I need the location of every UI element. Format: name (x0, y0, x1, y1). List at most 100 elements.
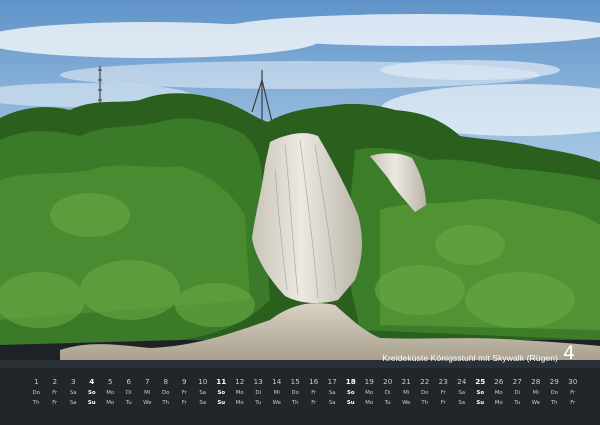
weekday-label: Mo (106, 390, 115, 396)
chalk-cliff-photo (0, 0, 600, 368)
weekday-label: Tu (255, 399, 262, 406)
weekday-label: We (402, 399, 411, 406)
weekday-label: Fr (311, 390, 317, 396)
calendar-day: 18 So Su (342, 376, 361, 420)
weekday-label: Sa (328, 399, 336, 406)
day-number: 3 (70, 377, 76, 386)
calendar-day: 15 Do Th (286, 376, 305, 420)
calendar-day: 20 Di Tu (379, 376, 398, 420)
weekday-label: Th (421, 399, 429, 406)
day-number: 17 (327, 377, 337, 386)
weekday-label: Mo (365, 390, 374, 396)
weekday-label: Mi (273, 390, 280, 396)
weekday-label: Fr (570, 399, 576, 406)
weekday-label: Mi (144, 390, 151, 396)
weekday-label: Mi (403, 390, 410, 396)
calendar-day: 5 Mo Mo (101, 376, 120, 420)
weekday-label: Th (162, 399, 170, 406)
weekday-label: Di (514, 390, 521, 396)
day-number: 16 (309, 377, 319, 386)
calendar-day: 2 Fr Fr (46, 376, 65, 420)
calendar-day: 3 Sa Sa (64, 376, 83, 420)
weekday-label: Di (125, 390, 132, 396)
day-number: 26 (494, 377, 504, 386)
weekday-label: Tu (384, 399, 391, 406)
weekday-label: Sa (458, 390, 466, 396)
calendar-day: 27 Di Tu (508, 376, 527, 420)
weekday-label: Do (421, 390, 429, 396)
weekday-label: So (346, 390, 355, 396)
calendar-day: 6 Di Tu (120, 376, 139, 420)
weekday-label: So (87, 390, 96, 396)
weekday-label: Fr (181, 399, 187, 406)
day-number: 23 (438, 377, 448, 386)
day-number: 8 (163, 377, 169, 386)
weekday-label: Mo (235, 399, 244, 406)
calendar-day: 10 Sa Sa (194, 376, 213, 420)
weekday-label: Mo (365, 399, 374, 406)
calendar-day: 23 Fr Fr (434, 376, 453, 420)
day-number: 9 (181, 377, 187, 386)
weekday-label: Su (476, 399, 485, 406)
weekday-label: Th (32, 399, 40, 406)
day-number: 7 (144, 377, 150, 386)
calendar-day: 11 So Su (212, 376, 231, 420)
day-number: 11 (216, 377, 227, 386)
calendar-day: 4 So Su (83, 376, 102, 420)
weekday-label: We (531, 399, 540, 406)
day-number: 27 (512, 377, 522, 386)
calendar-day: 16 Fr Fr (305, 376, 324, 420)
weekday-label: We (272, 399, 281, 406)
weekday-label: Sa (199, 390, 207, 396)
weekday-label: Fr (440, 399, 446, 406)
weekday-label: Mi (532, 390, 539, 396)
weekday-label: Sa (69, 399, 77, 406)
calendar-day: 28 Mi We (527, 376, 546, 420)
weekday-label: Th (550, 399, 558, 406)
calendar-day: 19 Mo Mo (360, 376, 379, 420)
weekday-label: Sa (69, 390, 77, 396)
day-number: 5 (107, 377, 113, 386)
calendar-day: 7 Mi We (138, 376, 157, 420)
calendar-day: 12 Mo Mo (231, 376, 250, 420)
weekday-label: Do (550, 390, 558, 396)
weekday-label: Di (384, 390, 391, 396)
weekday-label: Sa (199, 399, 207, 406)
day-number: 20 (383, 377, 393, 386)
calendar-day: 29 Do Th (545, 376, 564, 420)
weekday-label: Tu (514, 399, 521, 406)
weekday-label: Mo (106, 399, 115, 406)
calendar-day: 8 Do Th (157, 376, 176, 420)
calendar-day: 14 Mi We (268, 376, 287, 420)
weekday-label: Su (217, 399, 226, 406)
calendar-day: 21 Mi We (397, 376, 416, 420)
weekday-label: Sa (328, 390, 336, 396)
weekday-label: Di (255, 390, 262, 396)
weekday-label: Do (291, 390, 299, 396)
weekday-label: So (476, 390, 485, 396)
day-number: 28 (531, 377, 541, 386)
day-number: 24 (457, 377, 467, 386)
weekday-label: Do (162, 390, 170, 396)
day-number: 22 (420, 377, 430, 386)
day-number: 30 (568, 377, 578, 386)
weekday-label: Mo (235, 390, 244, 396)
calendar-days: 1 Do Th 2 Fr Fr 3 Sa Sa 4 So Su 5 Mo Mo 6 Di Tu 7 Mi We 8 Do Th… (27, 376, 582, 420)
calendar-day: 22 Do Th (416, 376, 435, 420)
day-number: 18 (345, 377, 356, 386)
day-number: 14 (272, 377, 282, 386)
weekday-label: Mo (494, 390, 503, 396)
day-number: 25 (475, 377, 486, 386)
day-number: 15 (290, 377, 300, 386)
day-number: 12 (235, 377, 245, 386)
weekday-label: Mo (494, 399, 503, 406)
weekday-label: Fr (181, 390, 187, 396)
day-number: 4 (89, 377, 95, 386)
day-number: 29 (549, 377, 559, 386)
calendar-day: 9 Fr Fr (175, 376, 194, 420)
weekday-label: So (217, 390, 226, 396)
calendar-day: 26 Mo Mo (490, 376, 509, 420)
weekday-label: Fr (440, 390, 446, 396)
calendar-day: 24 Sa Sa (453, 376, 472, 420)
weekday-label: Th (291, 399, 299, 406)
